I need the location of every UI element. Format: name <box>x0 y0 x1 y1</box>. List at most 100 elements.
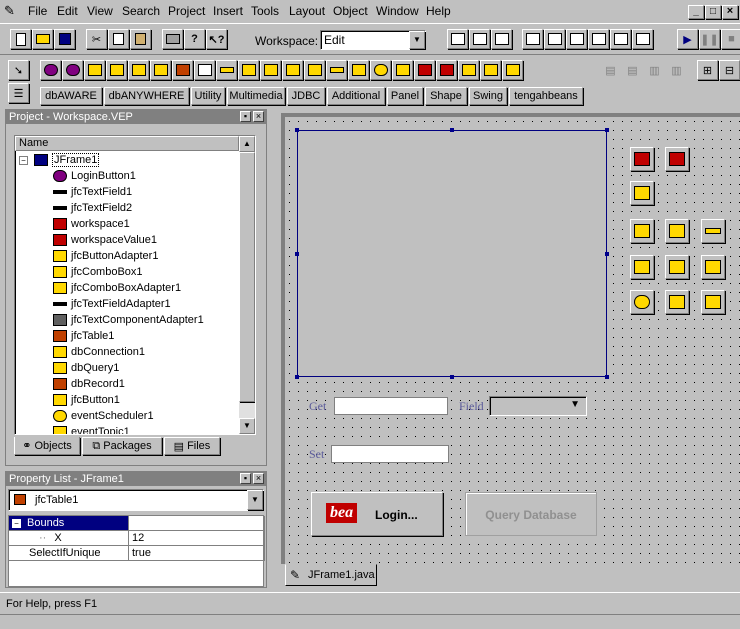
canvas-button-adapter-bean[interactable] <box>630 219 654 243</box>
menu-layout[interactable]: Layout <box>289 4 325 18</box>
collapse-icon[interactable]: − <box>12 519 21 528</box>
window-1-button[interactable] <box>522 29 543 49</box>
print-button[interactable] <box>162 29 183 49</box>
menu-edit[interactable]: Edit <box>57 4 78 18</box>
palette-tab-dbanywhere[interactable]: dbANYWHERE <box>104 87 189 105</box>
project-pane-dock-button[interactable]: ▪ <box>240 111 251 122</box>
help-button[interactable]: ? <box>184 29 205 49</box>
palette-bean-18[interactable] <box>414 60 435 80</box>
design-canvas[interactable]: Get Field ▼ Set bea Login... Query Datab… <box>285 117 740 564</box>
workspace-dropdown-button[interactable]: ▼ <box>409 31 425 49</box>
object-select[interactable]: jfcTable1 ▼ <box>8 489 264 511</box>
collapse-icon[interactable]: − <box>19 155 28 165</box>
set-input[interactable] <box>331 445 449 463</box>
tree-item[interactable]: jfcTable1 <box>53 328 114 344</box>
window-6-button[interactable] <box>632 29 653 49</box>
palette-bean-3[interactable] <box>84 60 105 80</box>
alignment-tool[interactable]: ☰ <box>8 83 29 103</box>
copy-button[interactable] <box>108 29 129 49</box>
palette-tab-tengahbeans[interactable]: tengahbeans <box>509 87 583 105</box>
canvas-textfield-adapter-bean[interactable] <box>701 219 725 243</box>
canvas-text-adapter-bean[interactable] <box>630 181 654 205</box>
workspace-select[interactable]: Edit ▼ <box>320 30 426 50</box>
palette-bean-10[interactable] <box>238 60 259 80</box>
pointer-tool[interactable]: ➘ <box>8 60 29 80</box>
menu-project[interactable]: Project <box>168 4 205 18</box>
align-top-button[interactable]: ▥ <box>644 60 665 80</box>
scroll-up-button[interactable]: ▲ <box>239 136 255 152</box>
selection-handle[interactable] <box>295 128 299 132</box>
property-name[interactable]: SelectIfUnique <box>9 546 129 561</box>
open-button[interactable] <box>32 29 53 49</box>
property-pane-dock-button[interactable]: ▪ <box>240 473 251 484</box>
project-view-button[interactable] <box>469 29 490 49</box>
palette-bean-8[interactable] <box>194 60 215 80</box>
menu-view[interactable]: View <box>87 4 113 18</box>
tree-item[interactable]: dbQuery1 <box>53 360 119 376</box>
palette-bean-7[interactable] <box>172 60 193 80</box>
tab-objects[interactable]: ⚭ Objects <box>14 437 80 455</box>
menu-tools[interactable]: Tools <box>251 4 279 18</box>
restore-button[interactable]: □ <box>705 5 721 19</box>
menu-search[interactable]: Search <box>122 4 160 18</box>
login-button[interactable]: bea Login... <box>311 492 443 536</box>
tree-item[interactable]: jfcButton1 <box>53 392 120 408</box>
tree-item[interactable]: jfcComboBoxAdapter1 <box>53 280 181 296</box>
paste-button[interactable] <box>130 29 151 49</box>
tab-files[interactable]: ▤ Files <box>164 437 220 455</box>
doc-tab-jframe1[interactable]: ✎ JFrame1.java <box>285 564 377 586</box>
canvas-house-bean[interactable] <box>701 290 725 314</box>
window-3-button[interactable] <box>566 29 587 49</box>
window-5-button[interactable] <box>610 29 631 49</box>
layout-view-button[interactable] <box>491 29 512 49</box>
align-bottom-button[interactable]: ▥ <box>666 60 687 80</box>
tree-item[interactable]: workspace1 <box>53 216 130 232</box>
selection-handle[interactable] <box>605 375 609 379</box>
menu-file[interactable]: File <box>28 4 47 18</box>
query-database-button[interactable]: Query Database <box>465 492 597 536</box>
palette-bean-19[interactable] <box>436 60 457 80</box>
palette-bean-1[interactable] <box>40 60 61 80</box>
tree-item[interactable]: dbRecord1 <box>53 376 125 392</box>
center-vertical-button[interactable]: ⊟ <box>719 60 740 80</box>
palette-bean-9[interactable] <box>216 60 237 80</box>
context-help-button[interactable]: ↖? <box>206 29 227 49</box>
tree-item[interactable]: eventTopic1 <box>53 424 130 434</box>
palette-bean-22[interactable] <box>502 60 523 80</box>
palette-bean-14[interactable] <box>326 60 347 80</box>
tree-item[interactable]: jfcTextComponentAdapter1 <box>53 312 204 328</box>
palette-bean-17[interactable] <box>392 60 413 80</box>
selection-handle[interactable] <box>450 375 454 379</box>
canvas-workspace-bean[interactable] <box>630 147 654 171</box>
tree-item[interactable]: eventScheduler1 <box>53 408 154 424</box>
canvas-combo-adapter-bean[interactable] <box>665 219 689 243</box>
get-input[interactable] <box>334 397 448 415</box>
tree-item[interactable]: jfcTextField2 <box>53 200 132 216</box>
palette-bean-12[interactable] <box>282 60 303 80</box>
property-name[interactable]: − Bounds <box>9 516 129 531</box>
palette-bean-21[interactable] <box>480 60 501 80</box>
tree-scrollbar[interactable]: ▲ ▼ <box>239 136 255 434</box>
palette-bean-20[interactable] <box>458 60 479 80</box>
properties-button[interactable] <box>447 29 468 49</box>
tab-packages[interactable]: ⧉ Packages <box>82 437 162 455</box>
property-pane-close-button[interactable]: × <box>253 473 264 484</box>
canvas-workspace-value-bean[interactable] <box>665 147 689 171</box>
tree-column-header[interactable]: Name <box>15 136 239 151</box>
tree-item[interactable]: jfcButtonAdapter1 <box>53 248 158 264</box>
palette-bean-4[interactable] <box>106 60 127 80</box>
field-combo[interactable]: ▼ <box>489 396 587 416</box>
selection-handle[interactable] <box>295 375 299 379</box>
selected-panel[interactable] <box>297 130 607 377</box>
selection-handle[interactable] <box>605 252 609 256</box>
tree-root[interactable]: − JFrame1 <box>19 152 100 168</box>
scroll-down-button[interactable]: ▼ <box>239 418 255 434</box>
palette-bean-13[interactable] <box>304 60 325 80</box>
palette-tab-panel[interactable]: Panel <box>387 87 423 105</box>
align-center-button[interactable]: ▤ <box>622 60 643 80</box>
save-button[interactable] <box>54 29 75 49</box>
palette-tab-shape[interactable]: Shape <box>425 87 467 105</box>
stop-button[interactable]: ■ <box>721 29 740 49</box>
property-value[interactable] <box>129 516 265 531</box>
tree-item[interactable]: workspaceValue1 <box>53 232 157 248</box>
